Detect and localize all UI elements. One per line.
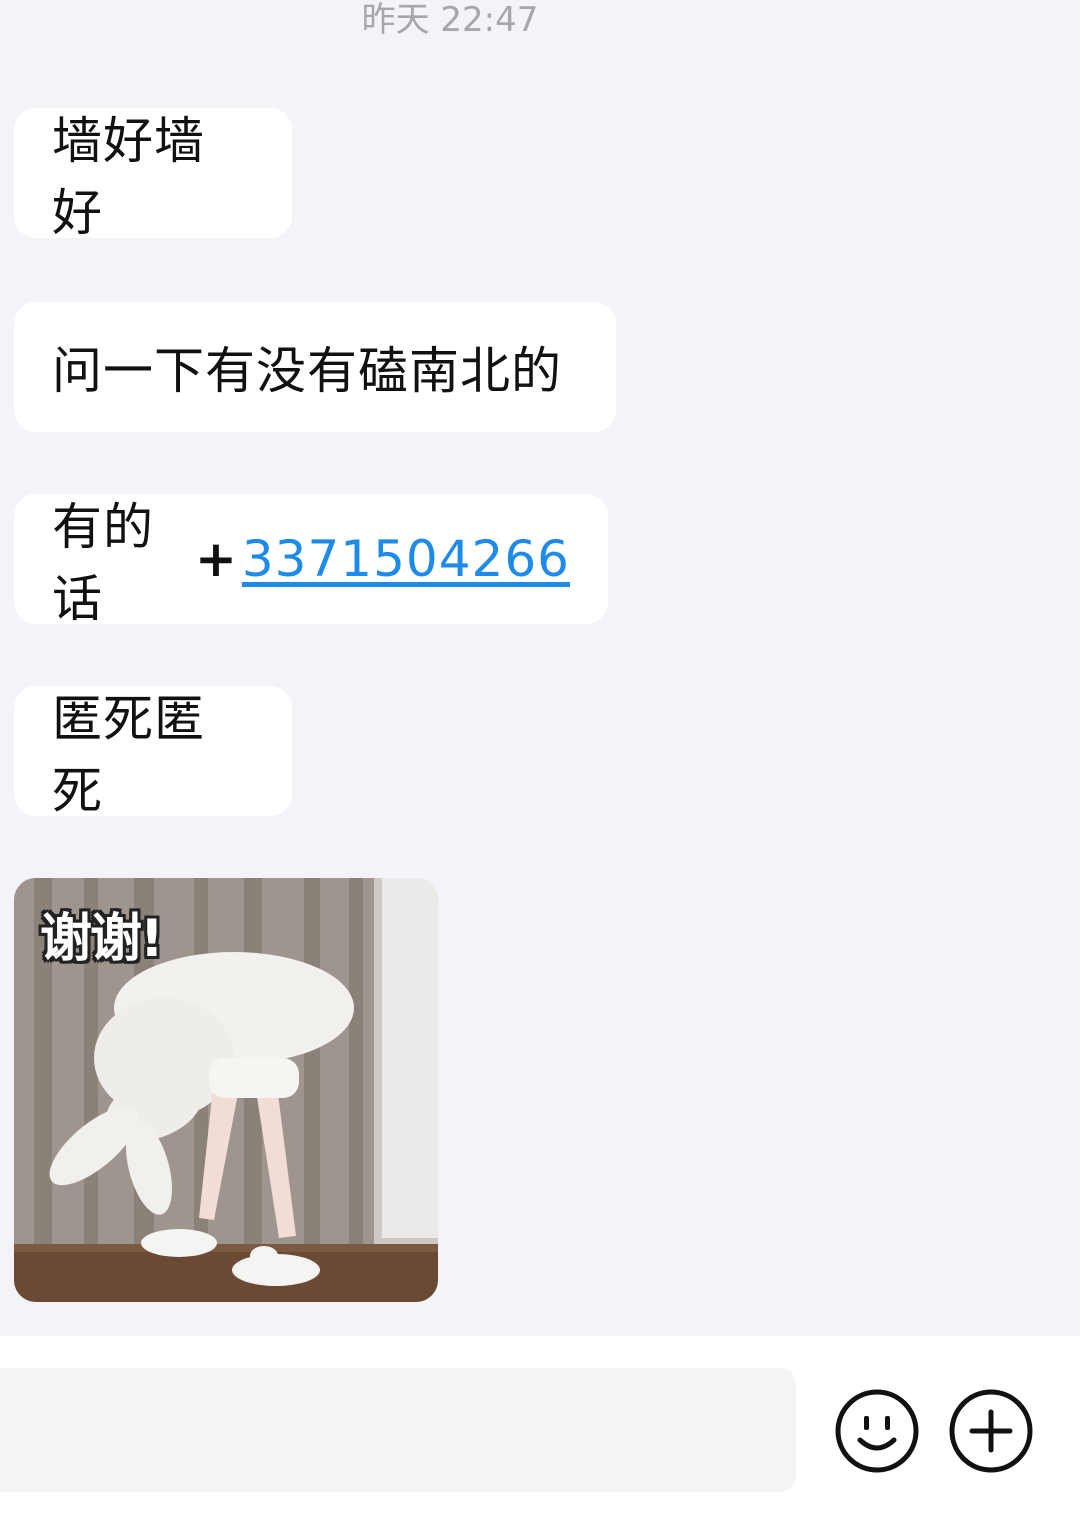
message-bubble[interactable]: 墙好墙好 — [14, 108, 292, 242]
phone-number-link[interactable]: 3371504266 — [242, 530, 570, 588]
message-text: 有的话 — [52, 498, 154, 628]
message-text: 墙好墙好 — [52, 112, 205, 242]
plus-symbol: + — [194, 530, 238, 588]
message-bubble[interactable]: 有的话 +3371504266 — [14, 494, 608, 628]
message-bubble[interactable]: 问一下有没有磕南北的 — [14, 302, 616, 432]
smiley-face-icon[interactable] — [834, 1388, 920, 1474]
message-text: 匿死匿死 — [52, 690, 205, 820]
sticker-caption: 谢谢! — [40, 909, 164, 969]
sticker-image[interactable]: 谢谢! — [14, 878, 438, 1302]
add-circle-icon[interactable] — [948, 1388, 1034, 1474]
message-timestamp: 昨天 22:47 — [361, 0, 539, 40]
message-input[interactable] — [0, 1368, 796, 1492]
message-input-bar — [0, 1336, 1080, 1524]
message-text: 问一下有没有磕南北的 — [52, 342, 562, 400]
message-bubble[interactable]: 匿死匿死 — [14, 686, 292, 820]
